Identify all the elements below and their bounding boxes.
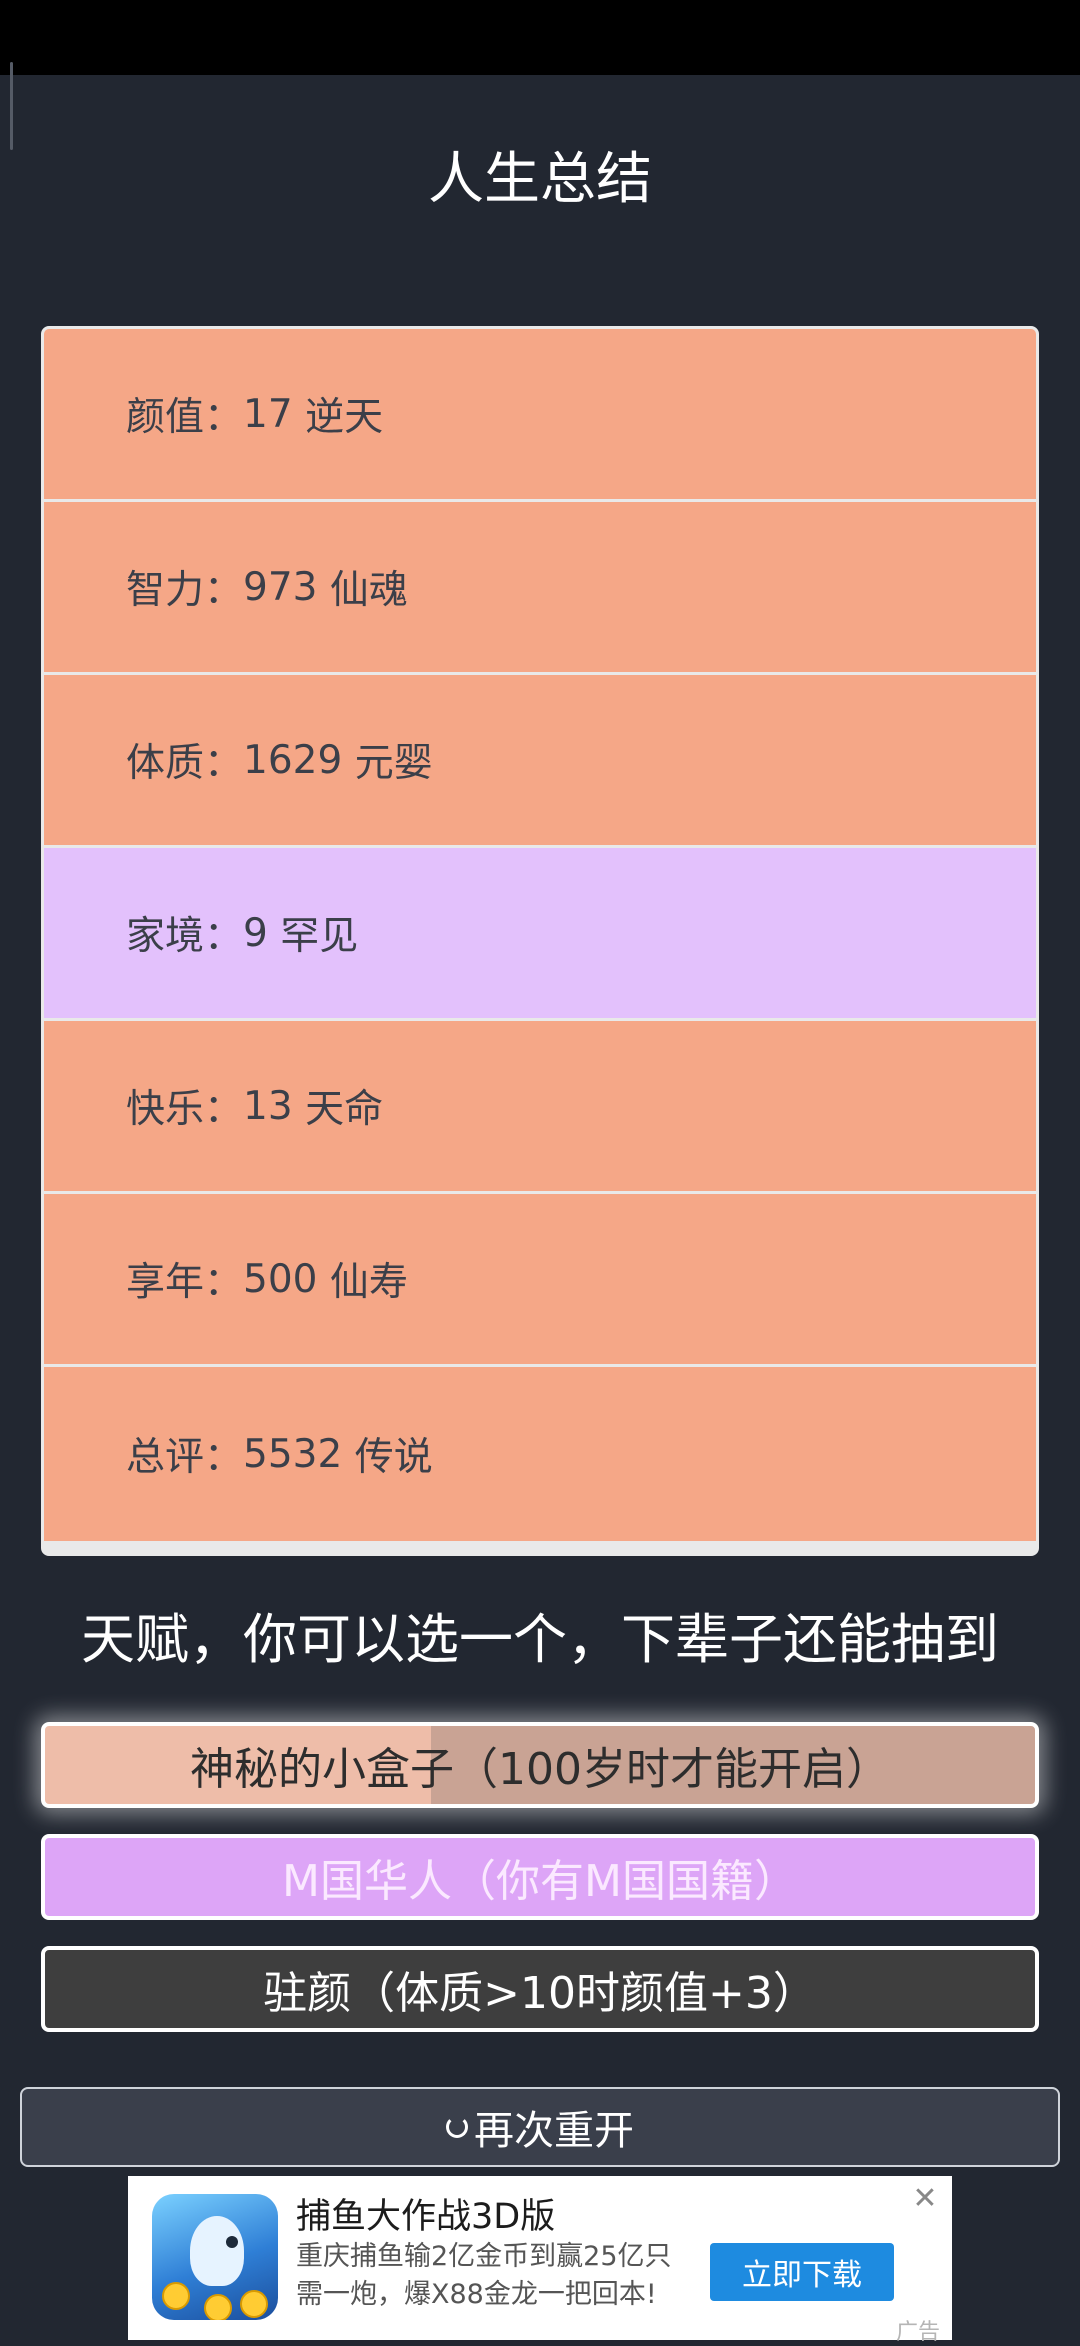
talent-option-mystery-box[interactable]: 神秘的小盒子（100岁时才能开启） bbox=[41, 1722, 1039, 1808]
stat-grade: 罕见 bbox=[280, 914, 359, 959]
ad-title: 捕鱼大作战3D版 bbox=[296, 2197, 556, 2237]
stat-grade: 天命 bbox=[305, 1087, 384, 1132]
stat-separator: ： bbox=[204, 1087, 244, 1132]
stat-row-family: 家境： 9 罕见 bbox=[44, 848, 1036, 1021]
stat-row-happiness: 快乐： 13 天命 bbox=[44, 1021, 1036, 1194]
stat-label: 智力 bbox=[126, 568, 205, 613]
page-title: 人生总结 bbox=[428, 147, 652, 212]
stat-value: 17 bbox=[243, 391, 293, 437]
stat-value: 973 bbox=[243, 564, 318, 610]
stat-separator: ： bbox=[204, 1435, 244, 1480]
stat-label: 总评 bbox=[126, 1435, 205, 1480]
stat-label: 颜值 bbox=[126, 395, 205, 440]
stat-grade: 仙魂 bbox=[329, 568, 408, 613]
stat-row-lifespan: 享年： 500 仙寿 bbox=[44, 1194, 1036, 1367]
stat-grade: 元婴 bbox=[354, 741, 433, 786]
ad-description: 重庆捕鱼输2亿金币到赢25亿只 需一炮，爆X88金龙一把回本! bbox=[296, 2238, 686, 2314]
ad-description-line: 需一炮，爆X88金龙一把回本! bbox=[296, 2279, 657, 2310]
stat-label: 体质 bbox=[126, 741, 205, 786]
stat-separator: ： bbox=[204, 395, 244, 440]
talent-text: 驻颜（体质>10时颜值+3） bbox=[263, 1968, 817, 2019]
stat-value: 9 bbox=[243, 910, 268, 956]
stat-value: 500 bbox=[243, 1256, 318, 1302]
stats-panel: 颜值： 17 逆天 智力： 973 仙魂 体质： 1629 元婴 家境： 9 罕见 快乐… bbox=[41, 326, 1039, 1556]
close-icon[interactable]: ✕ bbox=[910, 2184, 940, 2214]
talent-option-preserve-beauty[interactable]: 驻颜（体质>10时颜值+3） bbox=[41, 1946, 1039, 2032]
stat-row-constitution: 体质： 1629 元婴 bbox=[44, 675, 1036, 848]
talent-heading: 天赋，你可以选一个，下辈子还能抽到 bbox=[81, 1608, 999, 1671]
ad-description-line: 重庆捕鱼输2亿金币到赢25亿只 bbox=[296, 2241, 672, 2272]
shark-game-logo-icon bbox=[152, 2194, 278, 2320]
talent-text: 神秘的小盒子（100岁时才能开启） bbox=[190, 1744, 890, 1795]
download-button[interactable]: 立即下载 bbox=[710, 2243, 894, 2301]
stat-value: 13 bbox=[243, 1083, 293, 1129]
stat-grade: 传说 bbox=[354, 1435, 433, 1480]
stat-value: 5532 bbox=[243, 1431, 343, 1477]
status-bar bbox=[0, 0, 1080, 75]
restart-button[interactable]: 再次重开 bbox=[20, 2087, 1060, 2167]
stat-grade: 逆天 bbox=[305, 395, 384, 440]
stat-row-appearance: 颜值： 17 逆天 bbox=[44, 329, 1036, 502]
restart-label: 再次重开 bbox=[474, 2108, 634, 2154]
stat-label: 快乐 bbox=[126, 1087, 205, 1132]
ad-banner[interactable]: 捕鱼大作战3D版 重庆捕鱼输2亿金币到赢25亿只 需一炮，爆X88金龙一把回本!… bbox=[128, 2176, 952, 2345]
stat-grade: 仙寿 bbox=[329, 1260, 408, 1305]
stat-separator: ： bbox=[204, 914, 244, 959]
stat-value: 1629 bbox=[243, 737, 343, 783]
talent-text: M国华人（你有M国国籍） bbox=[282, 1856, 798, 1907]
stat-label: 家境 bbox=[126, 914, 205, 959]
edge-handle[interactable] bbox=[10, 62, 13, 150]
stat-separator: ： bbox=[204, 741, 244, 786]
stat-separator: ： bbox=[204, 568, 244, 613]
restart-icon bbox=[446, 2116, 468, 2138]
talent-option-m-country[interactable]: M国华人（你有M国国籍） bbox=[41, 1834, 1039, 1920]
stat-row-intelligence: 智力： 973 仙魂 bbox=[44, 502, 1036, 675]
stat-separator: ： bbox=[204, 1260, 244, 1305]
ad-label: 广告 bbox=[896, 2320, 941, 2345]
stat-row-overall: 总评： 5532 传说 bbox=[44, 1367, 1036, 1541]
stat-label: 享年 bbox=[126, 1260, 205, 1305]
